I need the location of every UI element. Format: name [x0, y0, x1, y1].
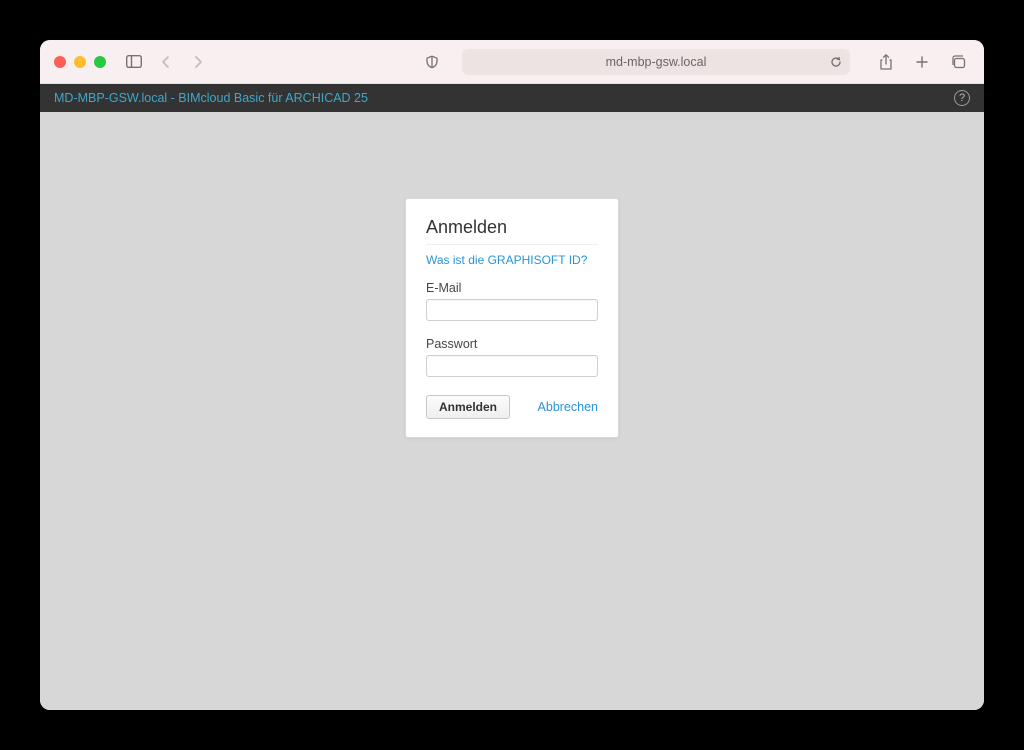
reload-icon[interactable]	[830, 56, 842, 68]
browser-window: md-mbp-gsw.local MD-MBP-GSW.local - BIMc…	[40, 40, 984, 710]
password-label: Passwort	[426, 337, 598, 351]
toolbar-right	[874, 50, 970, 74]
window-controls	[54, 56, 106, 68]
maximize-window-button[interactable]	[94, 56, 106, 68]
address-bar-url: md-mbp-gsw.local	[606, 55, 707, 69]
nav-back-button[interactable]	[154, 50, 178, 74]
login-card: Anmelden Was ist die GRAPHISOFT ID? E-Ma…	[405, 198, 619, 438]
content-area: Anmelden Was ist die GRAPHISOFT ID? E-Ma…	[40, 112, 984, 710]
share-icon[interactable]	[874, 50, 898, 74]
submit-button[interactable]: Anmelden	[426, 395, 510, 419]
privacy-shield-icon[interactable]	[420, 50, 444, 74]
address-bar[interactable]: md-mbp-gsw.local	[462, 49, 850, 75]
sidebar-toggle-icon[interactable]	[122, 50, 146, 74]
app-header: MD-MBP-GSW.local - BIMcloud Basic für AR…	[40, 84, 984, 112]
new-tab-icon[interactable]	[910, 50, 934, 74]
graphisoft-id-help-link[interactable]: Was ist die GRAPHISOFT ID?	[426, 253, 598, 267]
browser-chrome: md-mbp-gsw.local	[40, 40, 984, 84]
email-field[interactable]	[426, 299, 598, 321]
app-header-title: MD-MBP-GSW.local - BIMcloud Basic für AR…	[54, 91, 368, 105]
tab-overview-icon[interactable]	[946, 50, 970, 74]
minimize-window-button[interactable]	[74, 56, 86, 68]
help-icon[interactable]: ?	[954, 90, 970, 106]
login-actions: Anmelden Abbrechen	[426, 395, 598, 419]
email-label: E-Mail	[426, 281, 598, 295]
close-window-button[interactable]	[54, 56, 66, 68]
login-title: Anmelden	[426, 217, 598, 245]
nav-forward-button[interactable]	[186, 50, 210, 74]
cancel-button[interactable]: Abbrechen	[538, 400, 598, 414]
password-field[interactable]	[426, 355, 598, 377]
